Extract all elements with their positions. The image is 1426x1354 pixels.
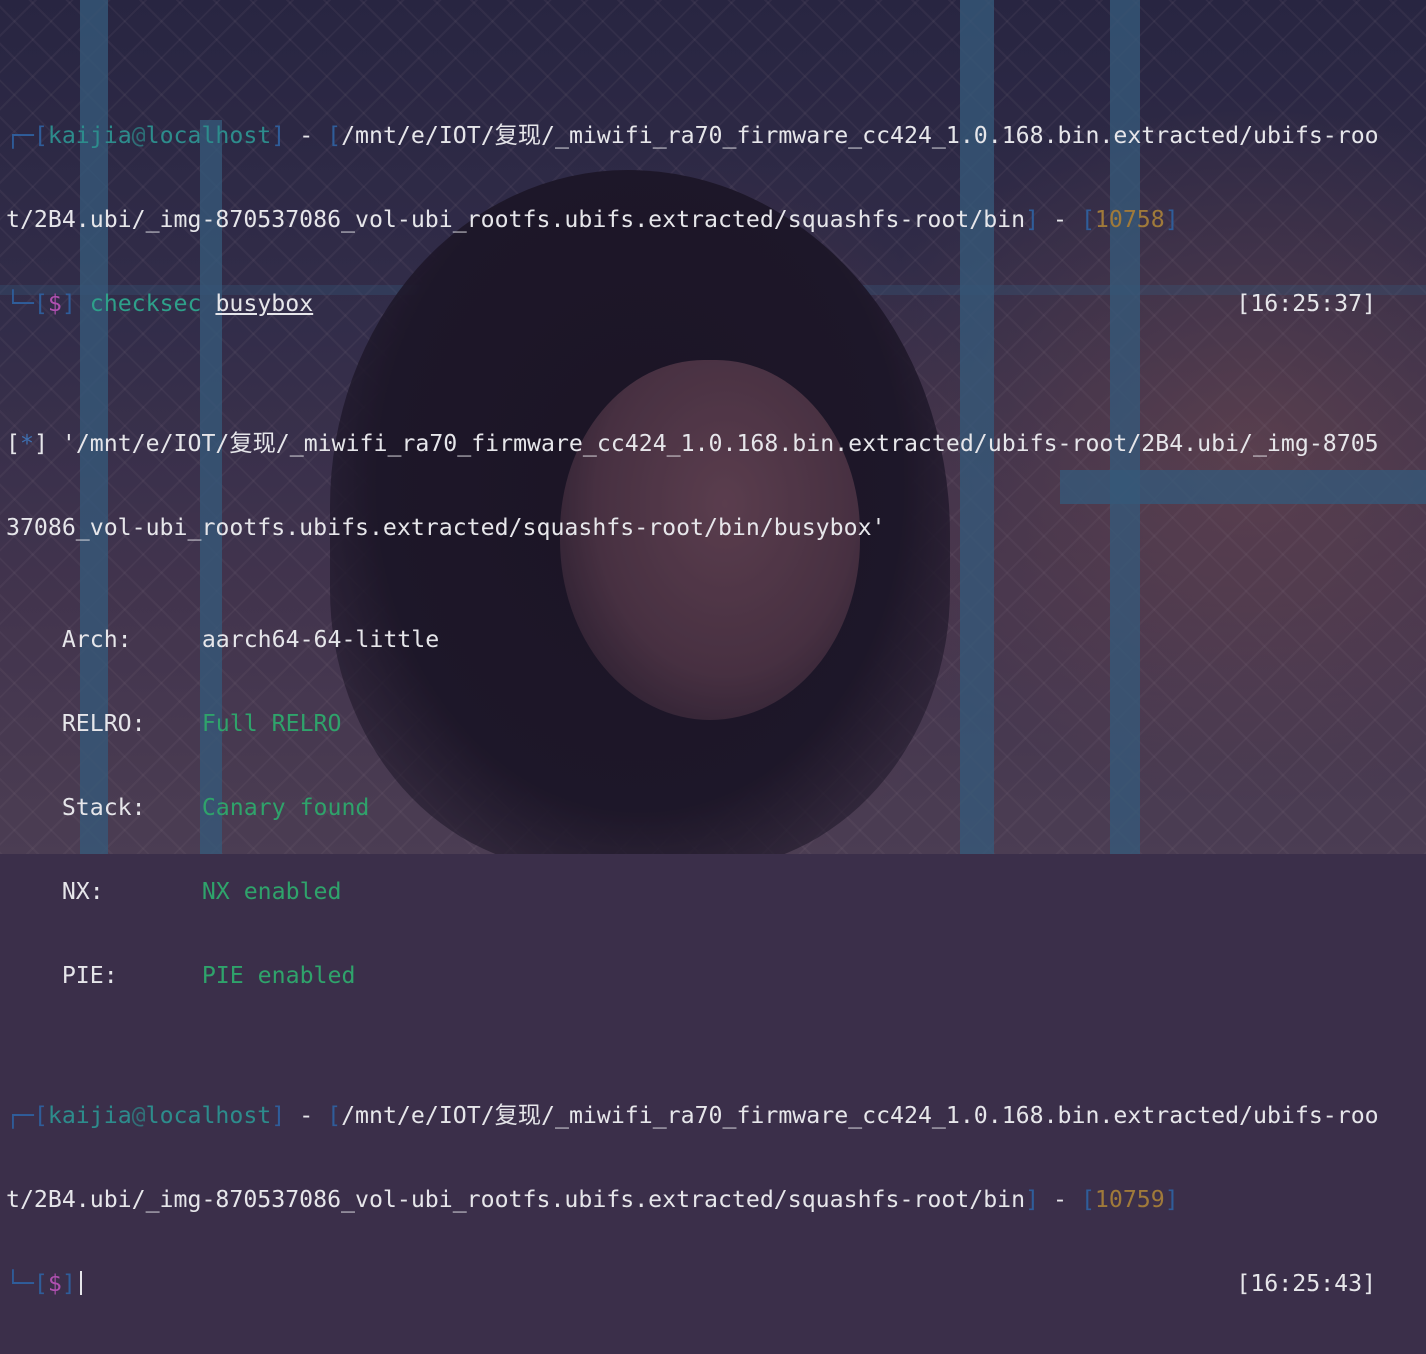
output-label: NX: bbox=[61, 878, 104, 905]
separator: - bbox=[285, 1102, 328, 1129]
command-line: └─[$] checksec busybox [16:25:37] bbox=[6, 290, 1426, 318]
bracket: ] bbox=[61, 290, 76, 317]
bracket: [ bbox=[6, 430, 20, 457]
info-star-icon: * bbox=[19, 430, 34, 457]
prompt-host: localhost bbox=[145, 122, 272, 149]
output-label: Arch: bbox=[61, 626, 132, 653]
output-file-line-cont: 37086_vol-ubi_rootfs.ubifs.extracted/squ… bbox=[6, 514, 1426, 542]
prompt-symbol: $ bbox=[47, 290, 62, 317]
timestamp: [16:25:37] bbox=[1236, 290, 1376, 317]
text-cursor[interactable] bbox=[79, 1271, 82, 1295]
output-row-nx: NX: NX enabled bbox=[6, 878, 1426, 906]
prompt-user: kaijia bbox=[47, 122, 132, 149]
bracket: [ bbox=[33, 1102, 48, 1129]
prompt-user: kaijia bbox=[47, 1102, 132, 1129]
command-line-active[interactable]: └─[$] [16:25:43] bbox=[6, 1270, 1426, 1298]
command-name: checksec bbox=[89, 290, 202, 317]
output-file-path: '/mnt/e/IOT/复现/_miwifi_ra70_firmware_cc4… bbox=[61, 430, 1379, 457]
prompt-at: @ bbox=[131, 122, 146, 149]
output-value: PIE enabled bbox=[201, 962, 356, 989]
output-row-pie: PIE: PIE enabled bbox=[6, 962, 1426, 990]
bracket: ] bbox=[1025, 1186, 1040, 1213]
bracket: ] bbox=[33, 430, 48, 457]
prompt-line: ┌─[kaijia@localhost] - [/mnt/e/IOT/复现/_m… bbox=[6, 1102, 1426, 1130]
bracket: ] bbox=[1164, 1186, 1179, 1213]
prompt-host: localhost bbox=[145, 1102, 272, 1129]
history-number: 10759 bbox=[1094, 1186, 1165, 1213]
prompt-path-cont: t/2B4.ubi/_img-870537086_vol-ubi_rootfs.… bbox=[6, 1186, 1026, 1213]
bracket: [ bbox=[1080, 1186, 1095, 1213]
timestamp: [16:25:43] bbox=[1236, 1270, 1376, 1297]
command-argument: busybox bbox=[215, 290, 314, 317]
terminal-output[interactable]: ┌─[kaijia@localhost] - [/mnt/e/IOT/复现/_m… bbox=[0, 10, 1426, 1354]
bracket: [ bbox=[33, 290, 48, 317]
bracket: ] bbox=[1164, 206, 1179, 233]
bracket: ] bbox=[271, 122, 286, 149]
history-number: 10758 bbox=[1094, 206, 1165, 233]
separator: - bbox=[1039, 1186, 1081, 1213]
output-value: Canary found bbox=[201, 794, 370, 821]
output-label: RELRO: bbox=[61, 710, 146, 737]
prompt-at: @ bbox=[131, 1102, 146, 1129]
prompt-path: /mnt/e/IOT/复现/_miwifi_ra70_firmware_cc42… bbox=[341, 122, 1379, 149]
prompt-path-cont: t/2B4.ubi/_img-870537086_vol-ubi_rootfs.… bbox=[6, 206, 1026, 233]
output-row-stack: Stack: Canary found bbox=[6, 794, 1426, 822]
output-file-path-cont: 37086_vol-ubi_rootfs.ubifs.extracted/squ… bbox=[6, 514, 886, 541]
output-file-line: [*] '/mnt/e/IOT/复现/_miwifi_ra70_firmware… bbox=[6, 430, 1426, 458]
bracket: ] bbox=[271, 1102, 286, 1129]
prompt-symbol: $ bbox=[47, 1270, 62, 1297]
output-value: NX enabled bbox=[201, 878, 342, 905]
bracket: [ bbox=[33, 122, 48, 149]
prompt-frame: └─ bbox=[6, 1270, 34, 1297]
bracket: [ bbox=[327, 122, 342, 149]
bracket: [ bbox=[1080, 206, 1095, 233]
output-label: PIE: bbox=[61, 962, 118, 989]
output-label: Stack: bbox=[61, 794, 146, 821]
prompt-path: /mnt/e/IOT/复现/_miwifi_ra70_firmware_cc42… bbox=[341, 1102, 1379, 1129]
output-row-relro: RELRO: Full RELRO bbox=[6, 710, 1426, 738]
prompt-line-cont: t/2B4.ubi/_img-870537086_vol-ubi_rootfs.… bbox=[6, 206, 1426, 234]
prompt-frame: └─ bbox=[6, 290, 34, 317]
prompt-frame: ┌─ bbox=[6, 1102, 34, 1129]
bracket: ] bbox=[61, 1270, 76, 1297]
separator: - bbox=[285, 122, 328, 149]
bracket: ] bbox=[1025, 206, 1040, 233]
bracket: [ bbox=[33, 1270, 48, 1297]
prompt-line: ┌─[kaijia@localhost] - [/mnt/e/IOT/复现/_m… bbox=[6, 122, 1426, 150]
separator: - bbox=[1039, 206, 1081, 233]
output-value: Full RELRO bbox=[201, 710, 342, 737]
output-row-arch: Arch: aarch64-64-little bbox=[6, 626, 1426, 654]
output-value: aarch64-64-little bbox=[201, 626, 440, 653]
prompt-frame: ┌─ bbox=[6, 122, 34, 149]
prompt-line-cont: t/2B4.ubi/_img-870537086_vol-ubi_rootfs.… bbox=[6, 1186, 1426, 1214]
bracket: [ bbox=[327, 1102, 342, 1129]
